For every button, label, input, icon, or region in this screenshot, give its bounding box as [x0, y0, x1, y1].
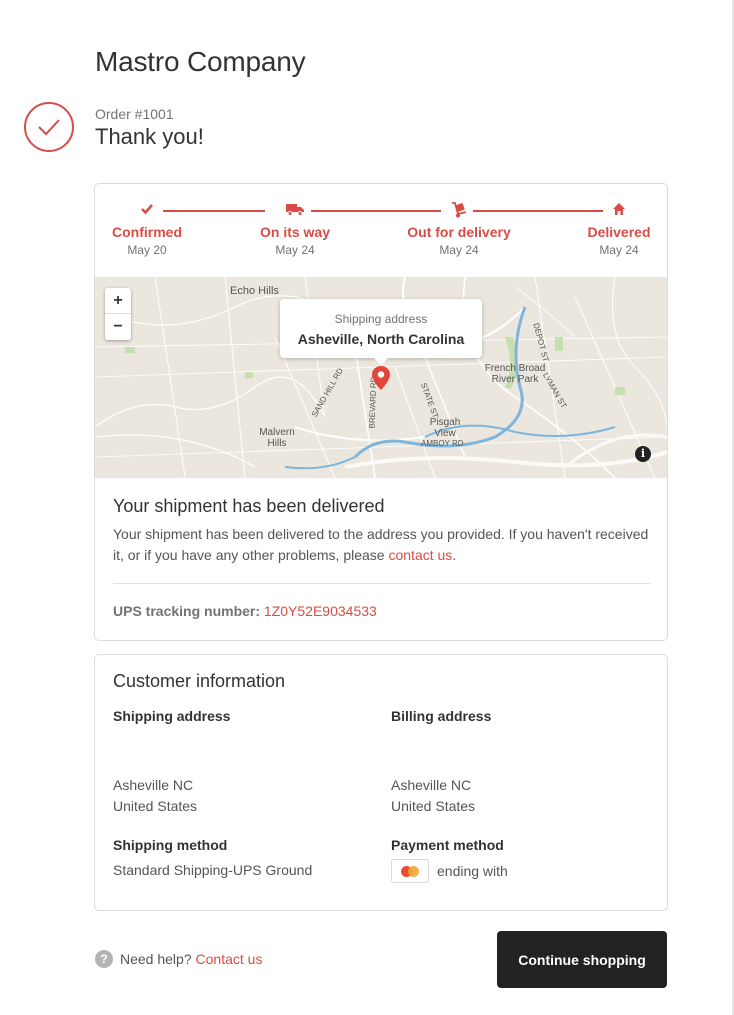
step-label: Delivered	[587, 224, 651, 240]
billing-address-heading: Billing address	[391, 708, 492, 724]
payment-method-value: ending with	[437, 862, 508, 879]
tracking-number-link[interactable]: 1Z0Y52E9034533	[264, 603, 377, 619]
map-label: AMBOY RD	[421, 439, 464, 448]
order-confirmed-check-icon	[24, 102, 74, 152]
hand-truck-icon	[401, 202, 517, 220]
shipping-address-heading: Shipping address	[113, 708, 231, 724]
shipping-address-popup: Shipping address Asheville, North Caroli…	[280, 299, 482, 365]
customer-info-title: Customer information	[113, 671, 286, 691]
continue-shopping-button[interactable]: Continue shopping	[497, 931, 667, 988]
contact-us-link[interactable]: contact us	[388, 547, 452, 563]
popup-address: Asheville, North Carolina	[297, 331, 465, 347]
shipping-address: Shipping address Asheville NC United Sta…	[113, 708, 363, 817]
step-label: Out for delivery	[407, 224, 511, 240]
divider	[113, 583, 651, 584]
map-pin-icon[interactable]	[371, 365, 391, 396]
tracking-label: UPS tracking number:	[113, 603, 261, 619]
customer-information-card: Customer information Shipping address As…	[94, 654, 668, 911]
check-icon	[111, 202, 183, 220]
status-text-main: Your shipment has been delivered to the …	[113, 526, 649, 563]
shipping-address-line2: United States	[113, 798, 198, 814]
zoom-out-button[interactable]: −	[105, 314, 131, 340]
step-label: Confirmed	[112, 224, 182, 240]
shipping-method: Shipping method Standard Shipping-UPS Gr…	[113, 837, 363, 881]
map-zoom-control: + −	[105, 288, 131, 340]
zoom-in-button[interactable]: +	[105, 288, 131, 314]
step-date: May 24	[599, 243, 639, 257]
popup-title: Shipping address	[334, 312, 428, 326]
billing-address-line2: United States	[391, 798, 476, 814]
map-label: Pisgah View	[429, 417, 461, 439]
shipping-map[interactable]: Echo Hills French Broad River Park Malve…	[95, 277, 667, 478]
status-title: Your shipment has been delivered	[113, 496, 385, 516]
question-icon: ?	[95, 950, 113, 968]
order-number: Order #1001	[95, 106, 174, 122]
tracker-step-out-for-delivery: Out for delivery May 24	[401, 202, 517, 257]
step-label: On its way	[259, 224, 331, 240]
map-info-icon[interactable]: i	[635, 446, 651, 462]
map-label: Echo Hills	[230, 285, 279, 297]
shipping-method-value: Standard Shipping-UPS Ground	[113, 862, 313, 878]
payment-method: Payment method ending with	[391, 837, 641, 883]
map-label: Malvern Hills	[259, 427, 295, 449]
shipment-status: Your shipment has been delivered Your sh…	[113, 496, 651, 619]
shipping-method-heading: Shipping method	[113, 837, 228, 853]
tracker-step-delivered: Delivered May 24	[585, 202, 653, 257]
truck-icon	[255, 202, 335, 220]
thank-you-heading: Thank you!	[95, 124, 204, 149]
tracker-step-on-its-way: On its way May 24	[255, 202, 335, 257]
help-section: ? Need help? Contact us	[95, 950, 262, 968]
tracker-step-confirmed: Confirmed May 20	[111, 202, 183, 257]
shipping-address-line1: Asheville NC	[113, 777, 194, 793]
delivery-progress-tracker: Confirmed May 20 On its way May 24 Out f…	[95, 184, 667, 277]
tracking-info: UPS tracking number: 1Z0Y52E9034533	[113, 603, 651, 619]
contact-us-footer-link[interactable]: Contact us	[196, 951, 263, 967]
payment-method-line: ending with	[391, 859, 641, 883]
help-text: Need help?	[120, 951, 192, 967]
mastercard-icon	[391, 859, 429, 883]
home-icon	[585, 202, 653, 220]
status-text-end: .	[452, 547, 457, 563]
billing-address: Billing address Asheville NC United Stat…	[391, 708, 641, 817]
step-date: May 20	[127, 243, 167, 257]
status-text: Your shipment has been delivered to the …	[113, 524, 651, 566]
shipment-status-card: Confirmed May 20 On its way May 24 Out f…	[94, 183, 668, 641]
store-name: Mastro Company	[95, 46, 306, 77]
payment-method-heading: Payment method	[391, 837, 504, 853]
step-date: May 24	[439, 243, 479, 257]
billing-address-line1: Asheville NC	[391, 777, 472, 793]
step-date: May 24	[275, 243, 315, 257]
